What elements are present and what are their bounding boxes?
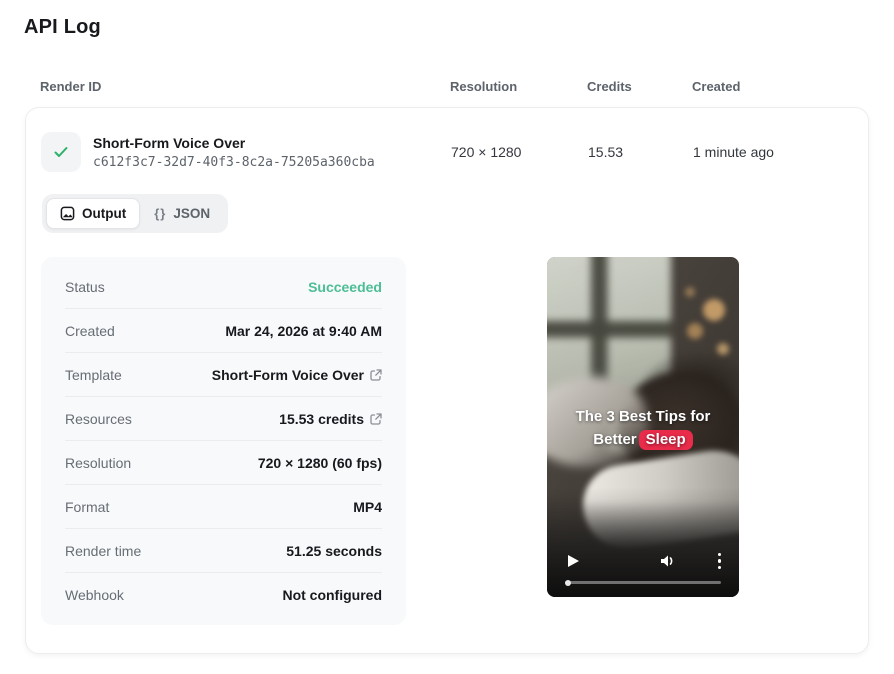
external-link-icon [370,412,382,425]
caption-line-2: Better Sleep [547,428,739,451]
detail-label: Created [65,322,115,339]
bokeh-light [685,287,695,297]
api-log-page: API Log Render ID Resolution Credits Cre… [0,0,894,654]
detail-row-webhook: Webhook Not configured [65,573,382,617]
resources-link[interactable]: 15.53 credits [279,411,382,427]
bokeh-light [703,299,725,321]
detail-value: Mar 24, 2026 at 9:40 AM [225,322,382,339]
detail-label: Template [65,366,122,383]
render-status-badge [41,132,81,172]
detail-value: 720 × 1280 (60 fps) [257,454,382,471]
tab-json[interactable]: {} JSON [140,198,224,229]
template-link-label: Short-Form Voice Over [211,366,364,383]
column-header-credits: Credits [587,79,632,94]
detail-row-format: Format MP4 [65,485,382,529]
detail-row-resources: Resources 15.53 credits [65,397,382,441]
caption-line-1: The 3 Best Tips for [575,408,711,425]
video-progress-bar[interactable] [565,579,721,586]
cell-resolution: 720 × 1280 [451,144,522,160]
progress-playhead[interactable] [565,579,571,586]
external-link-icon [370,368,382,381]
video-player[interactable]: The 3 Best Tips for Better Sleep [547,257,739,597]
render-id-cell: Short-Form Voice Over c612f3c7-32d7-40f3… [41,132,451,172]
cell-credits: 15.53 [588,144,624,160]
braces-icon: {} [154,206,167,221]
video-caption: The 3 Best Tips for Better Sleep [547,405,739,452]
detail-label: Render time [65,542,142,559]
detail-label: Webhook [65,587,124,603]
cell-created: 1 minute ago [693,144,774,160]
render-uuid: c612f3c7-32d7-40f3-8c2a-75205a360cba [93,154,375,170]
volume-icon[interactable] [659,553,677,569]
detail-label: Format [65,498,110,515]
template-link[interactable]: Short-Form Voice Over [212,367,382,383]
detail-label: Resolution [65,454,132,471]
detail-row-resolution: Resolution 720 × 1280 (60 fps) [65,441,382,485]
video-controls [547,552,739,569]
table-row[interactable]: Short-Form Voice Over c612f3c7-32d7-40f3… [41,132,853,172]
detail-row-render-time: Render time 51.25 seconds [65,529,382,573]
video-preview-area: The 3 Best Tips for Better Sleep [406,257,853,625]
bokeh-light [687,323,703,339]
resources-link-label: 15.53 credits [279,410,364,427]
status-value: Succeeded [308,278,382,295]
caption-highlight: Sleep [638,430,693,451]
image-icon [60,206,75,221]
caption-prefix: Better [593,431,637,449]
output-content: Status Succeeded Created Mar 24, 2026 at… [41,257,853,625]
tab-output-label: Output [82,206,127,221]
detail-value: Not configured [282,587,382,603]
detail-row-created: Created Mar 24, 2026 at 9:40 AM [65,309,382,353]
detail-label: Status [65,278,105,295]
tab-output[interactable]: Output [46,198,141,229]
page-title: API Log [24,16,101,38]
detail-row-template: Template Short-Form Voice Over [65,353,382,397]
detail-value: MP4 [353,498,382,515]
more-options-icon[interactable] [717,552,721,569]
table-header-row: Render ID Resolution Credits Created [25,79,870,94]
render-title-block: Short-Form Voice Over c612f3c7-32d7-40f3… [93,135,375,170]
detail-label: Resources [65,410,132,427]
detail-value: 51.25 seconds [286,542,382,559]
bokeh-light [717,343,729,355]
tab-json-label: JSON [173,206,211,221]
detail-row-status: Status Succeeded [65,265,382,309]
output-json-tab-group: Output {} JSON [42,194,229,233]
column-header-render-id: Render ID [40,79,102,94]
column-header-created: Created [692,79,741,94]
check-icon [52,143,70,161]
render-log-card: Short-Form Voice Over c612f3c7-32d7-40f3… [25,107,869,654]
render-details-panel: Status Succeeded Created Mar 24, 2026 at… [41,257,406,625]
play-icon[interactable] [565,553,581,569]
render-name: Short-Form Voice Over [93,134,246,151]
column-header-resolution: Resolution [450,79,518,94]
